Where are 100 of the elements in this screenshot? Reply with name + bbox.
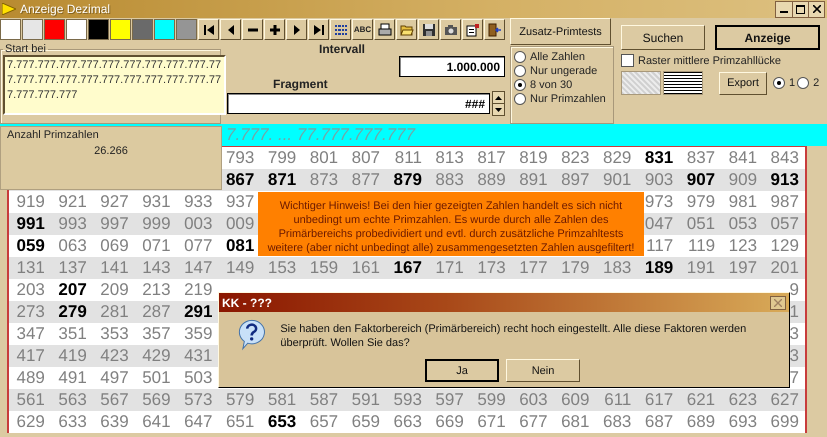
extra-tests-button[interactable]: Zusatz-Primtests (510, 18, 611, 45)
show-button[interactable]: Anzeige (715, 25, 820, 50)
number-cell: 813 (435, 148, 464, 168)
number-cell: 831 (644, 148, 674, 168)
number-cell: 357 (142, 324, 171, 344)
color-swatch[interactable] (154, 19, 175, 40)
number-cell: 633 (58, 412, 87, 432)
export-button[interactable]: Export (719, 72, 767, 94)
checkbox[interactable] (621, 54, 634, 67)
dialog-message: Sie haben den Faktorbereich (Primärbereich) recht hoch eingestellt. Alle diese Faktoren werden überprüft. Wollen Sie das? (280, 322, 748, 351)
number-cell: 209 (100, 280, 129, 300)
dialog-button[interactable]: Nein (506, 359, 580, 382)
toolbar-button[interactable] (484, 19, 505, 40)
number-cell: 981 (728, 192, 758, 212)
color-swatch[interactable] (22, 19, 43, 40)
interval-field[interactable]: 1.000.000 (399, 56, 505, 77)
dialog-close-button[interactable] (770, 296, 786, 310)
number-cell: 119 (688, 236, 716, 256)
number-cell: 907 (686, 170, 716, 190)
toolbar-button[interactable] (198, 19, 219, 40)
number-cell: 987 (770, 192, 799, 212)
start-number-field[interactable]: 7.777.777.777.777.777.777.777.777.777.777.777.777.777.777.777.777.777.777.777.777.777.777.777 (3, 55, 226, 115)
fragment-label: Fragment (273, 77, 328, 91)
radio-button[interactable] (514, 51, 526, 63)
number-cell: 291 (184, 302, 212, 322)
number-cell: 867 (226, 170, 254, 190)
number-cell: 991 (16, 214, 45, 234)
toolbar-button[interactable] (396, 19, 417, 40)
number-cell: 489 (16, 368, 45, 388)
number-cell: 627 (770, 390, 799, 410)
toolbar-button[interactable] (286, 19, 307, 40)
plus-icon (268, 22, 282, 36)
number-cell: 693 (728, 412, 758, 432)
number-cell: 973 (644, 192, 674, 212)
number-cell: 677 (519, 412, 548, 432)
toolbar-button[interactable] (242, 19, 263, 40)
number-cell: 567 (100, 390, 129, 410)
number-cell: 207 (58, 280, 87, 300)
radio-button[interactable] (797, 77, 810, 89)
number-cell: 897 (561, 170, 590, 190)
number-cell: 581 (268, 390, 296, 410)
notice-text: Wichtiger Hinweis! Bei den hier gezeigten Zahlen handelt es sich nicht unbedingt um echte Primzahlen. Es wurde durch alle Zahlen des Primärbereichs probedividiert und evtl. durch zusätzliche Primzahltests weitere (aber nicht unbedingt alle) zusammengesetzten Zahlen ausgefiltert! (258, 192, 644, 256)
number-cell: 591 (352, 390, 380, 410)
number-cell: 213 (142, 280, 171, 300)
toolbar-button[interactable] (264, 19, 285, 40)
radio-button[interactable] (514, 79, 526, 91)
number-cell: 281 (100, 302, 129, 322)
radio-button[interactable] (514, 93, 526, 105)
color-swatch[interactable] (88, 19, 109, 40)
color-swatch[interactable] (110, 19, 131, 40)
color-swatch[interactable] (132, 19, 153, 40)
number-cell: 823 (561, 148, 590, 168)
toolbar-button[interactable] (462, 19, 483, 40)
range-text: 7.777. ... 77.777.777.777 (226, 125, 416, 145)
number-cell: 937 (226, 192, 254, 212)
toolbar-button[interactable] (220, 19, 241, 40)
group-label: Start bei (4, 43, 47, 55)
radio-label: 8 von 30 (530, 79, 572, 91)
color-swatch[interactable] (0, 19, 21, 40)
number-cell: 047 (644, 214, 674, 234)
toolbar-button[interactable] (374, 19, 395, 40)
number-cell: 497 (100, 368, 129, 388)
color-swatch[interactable] (44, 19, 65, 40)
number-cell: 609 (561, 390, 590, 410)
dot-pattern-swatch[interactable] (621, 71, 661, 95)
number-cell: 793 (226, 148, 254, 168)
number-cell: 141 (100, 258, 129, 278)
radio-button[interactable] (773, 77, 785, 89)
number-cell: 599 (477, 390, 506, 410)
number-cell: 569 (142, 390, 171, 410)
count-label: Anzahl Primzahlen (7, 129, 100, 141)
number-cell: 351 (58, 324, 87, 344)
toolbar-button[interactable] (308, 19, 329, 40)
toolbar-button[interactable] (440, 19, 461, 40)
radio-button[interactable] (514, 65, 526, 77)
dialog-button[interactable]: Ja (425, 359, 499, 382)
spinner[interactable] (492, 91, 505, 116)
number-cell: 219 (184, 280, 212, 300)
line-pattern-swatch[interactable] (663, 71, 703, 95)
first-icon (202, 22, 216, 36)
close-icon (812, 5, 820, 13)
number-cell: 621 (686, 390, 716, 410)
maximize-button[interactable] (792, 2, 808, 16)
toolbar-button[interactable] (418, 19, 439, 40)
close-button[interactable] (808, 2, 824, 16)
number-cell: 359 (184, 324, 212, 344)
color-swatch[interactable] (176, 19, 197, 40)
number-cell: 7 (789, 368, 799, 388)
fragment-field[interactable]: ### (227, 93, 490, 114)
number-cell: 799 (268, 148, 296, 168)
color-swatch[interactable] (66, 19, 87, 40)
spelling-button[interactable]: ABC (352, 19, 373, 40)
number-cell: 871 (268, 170, 296, 190)
toolbar-button[interactable] (330, 19, 351, 40)
search-button[interactable]: Suchen (621, 25, 705, 50)
number-cell: 197 (728, 258, 758, 278)
number-cell: 423 (100, 346, 129, 366)
number-cell: 837 (686, 148, 716, 168)
number-cell: 009 (226, 214, 254, 234)
number-cell: 603 (519, 390, 548, 410)
